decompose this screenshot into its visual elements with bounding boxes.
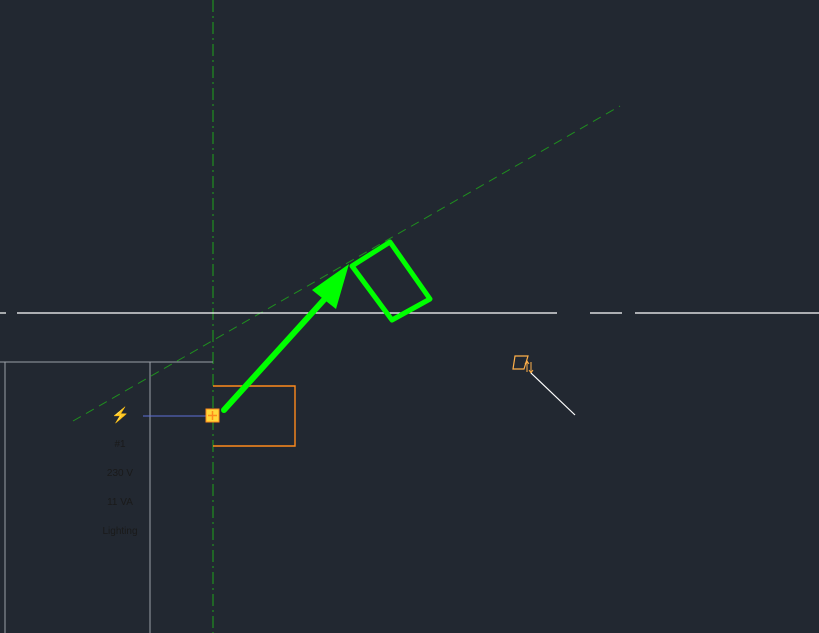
circuit-load: 11 VA [107,497,133,508]
circuit-load-type: Lighting [102,526,138,537]
light-fixture-outline[interactable] [213,385,296,447]
rotate-cursor-icon [512,355,534,374]
green-arrow-annotation [221,264,349,413]
square-grip-icon[interactable] [205,408,220,423]
drawing-canvas[interactable] [0,0,819,633]
circuit-number: #1 [114,439,126,450]
diagonal-alignment-line [72,105,621,422]
lightning-bolt-icon: ⚡ [111,407,130,424]
cursor-pointer-line [530,372,576,416]
circuit-voltage: 230 V [106,468,134,479]
